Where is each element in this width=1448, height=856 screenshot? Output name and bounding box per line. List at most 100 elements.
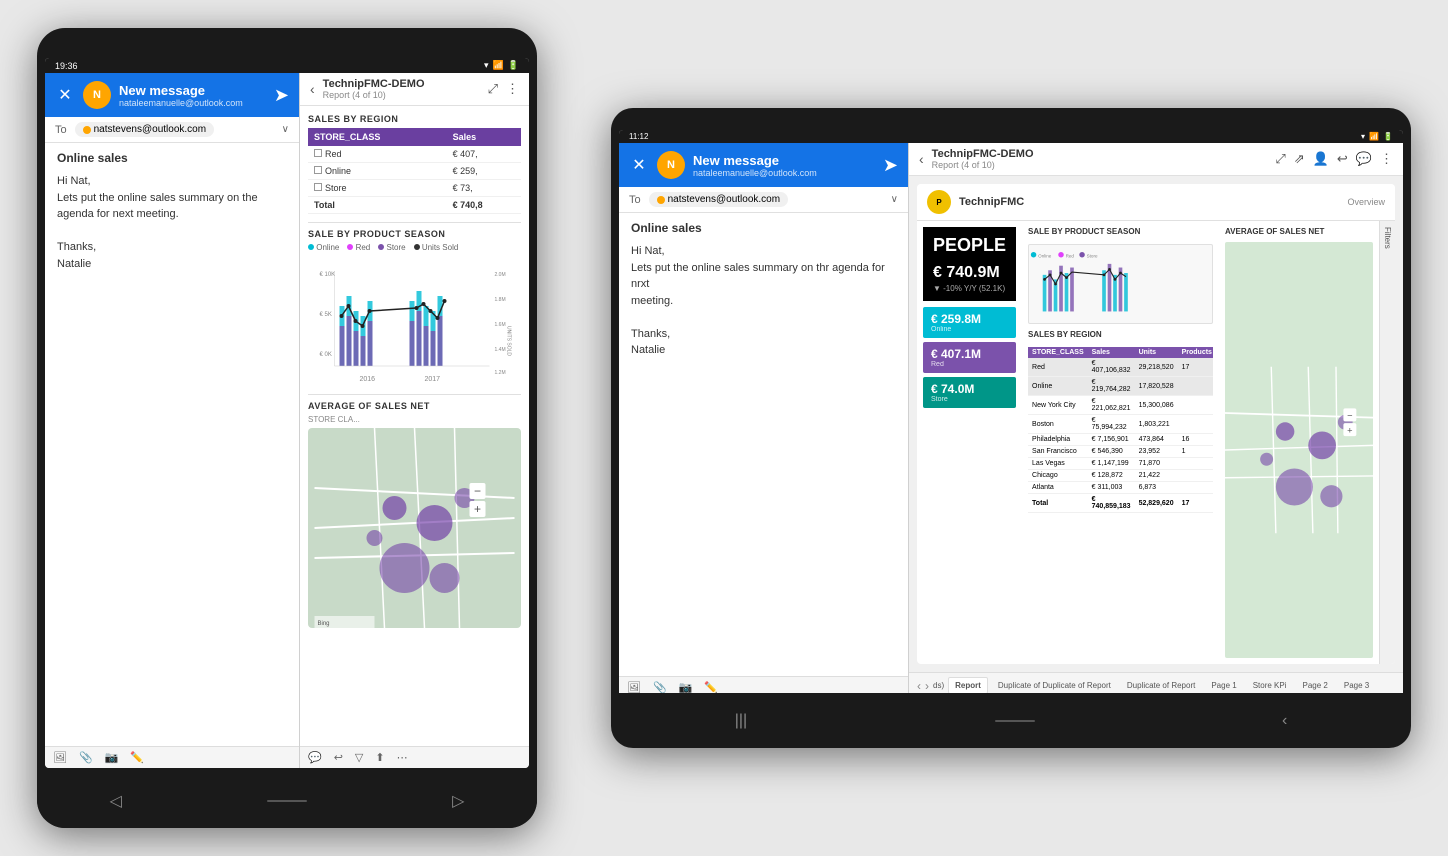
pbi-region-title: SALES BY REGION xyxy=(1028,330,1213,339)
nav-bars-icon-large[interactable]: ||| xyxy=(735,712,747,730)
send-button-large[interactable]: ➤ xyxy=(883,155,898,176)
report-pane-small: ‹ TechnipFMC-DEMO Report (4 of 10) ⤢ ⋮ S… xyxy=(300,73,529,768)
pbi-body: PEOPLE € 740.9M ▼ -10% Y/Y (52.1K) € 259… xyxy=(917,221,1395,664)
share-report-icon[interactable]: ⇗ xyxy=(1294,151,1305,167)
attach-file-icon[interactable]: 📎 xyxy=(79,751,93,764)
product-season-chart-small: SALE BY PRODUCT SEASON Online Red Store … xyxy=(308,222,521,386)
pbi-region-table-container[interactable]: STORE_CLASS Sales Units Products Price P… xyxy=(1028,347,1213,658)
home-bar-large[interactable] xyxy=(995,720,1035,722)
email-body-large[interactable]: Online sales Hi Nat, Lets put the online… xyxy=(619,213,908,676)
page-tab-store-kpi[interactable]: Store KPi xyxy=(1247,678,1293,693)
page-nav-prev[interactable]: ‹ xyxy=(917,679,921,693)
people-change: ▼ -10% Y/Y (52.1K) xyxy=(933,284,1006,293)
svg-text:Red: Red xyxy=(1066,253,1075,258)
svg-text:+: + xyxy=(1347,425,1352,435)
more-icon-small-bar[interactable]: ⋯ xyxy=(397,751,408,764)
pbi-map-svg: − + xyxy=(1225,242,1373,658)
expand-icon-small[interactable]: ⤢ xyxy=(488,81,498,97)
pbi-header: P TechnipFMC Overview xyxy=(917,184,1395,221)
wifi-icon: ▾ xyxy=(484,60,489,71)
close-button-small[interactable]: ✕ xyxy=(55,85,75,105)
avg-sales-sub-small: STORE CLA... xyxy=(308,415,521,424)
svg-text:2.0M: 2.0M xyxy=(495,272,506,278)
expand-icon-small[interactable]: ∨ xyxy=(282,124,289,135)
avg-sales-net-small: AVERAGE OF SALES NET STORE CLA... xyxy=(308,394,521,628)
report-subtitle-small: Report (4 of 10) xyxy=(323,90,425,100)
metric-online: € 259.8M Online xyxy=(923,307,1016,338)
page-tab-report[interactable]: Report xyxy=(948,677,988,694)
metric-red-label: Red xyxy=(931,361,1008,368)
status-bar-large: 11:12 ▾ 📶 🔋 xyxy=(619,130,1403,143)
back-button-large[interactable]: ‹ xyxy=(919,151,924,167)
wifi-icon-large: ▾ xyxy=(1361,132,1365,141)
split-view-small: ✕ N New message nataleemanuelle@outlook.… xyxy=(45,73,529,768)
filter-icon-small[interactable]: ▽ xyxy=(355,751,363,764)
nav-back-icon-small[interactable]: ◁ xyxy=(110,791,122,811)
more-report-icon[interactable]: ⋮ xyxy=(1380,151,1393,167)
report-actions-large: ⤢ ⇗ 👤 ↩ 💬 ⋮ xyxy=(1275,151,1393,167)
report-toolbar-small: 💬 ↩ ▽ ⬆ ⋯ xyxy=(300,746,529,768)
undo-icon-small[interactable]: ↩ xyxy=(334,751,343,764)
pbi-chart-title: SALE BY PRODUCT SEASON xyxy=(1028,227,1213,236)
expand-icon-large[interactable]: ∨ xyxy=(891,194,898,205)
svg-text:Store: Store xyxy=(1087,253,1098,258)
people-label: PEOPLE xyxy=(933,235,1006,256)
table-row: Philadelphia € 7,156,901 473,864 16 17.2… xyxy=(1028,434,1213,446)
page-tab-page1[interactable]: Page 1 xyxy=(1205,678,1242,693)
email-to-field-large[interactable]: To natstevens@outlook.com ∨ xyxy=(619,187,908,213)
table-row: Red € 407,106,832 29,218,520 17 16.99 NA xyxy=(1028,358,1213,377)
email-text-small: Hi Nat, Lets put the online sales summar… xyxy=(57,173,287,272)
undo-report-icon[interactable]: ↩ xyxy=(1337,151,1348,167)
col-h-sales: Sales xyxy=(1088,347,1135,358)
attach-image-icon[interactable]: 🖼 xyxy=(53,751,67,764)
page-tab-dup[interactable]: Duplicate of Report xyxy=(1121,678,1201,693)
status-icons-small: ▾ 📶 🔋 xyxy=(484,60,519,71)
metric-online-value: € 259.8M xyxy=(931,312,1008,326)
page-tab-prefix: ds) xyxy=(933,681,944,690)
table-row: San Francisco € 546,390 23,952 1 9.88 xyxy=(1028,446,1213,458)
user-report-icon[interactable]: 👤 xyxy=(1313,151,1329,167)
svg-text:UNITS SOLD: UNITS SOLD xyxy=(506,326,512,356)
table-row: Online € 259, xyxy=(308,163,521,180)
recipient-name-large: natstevens@outlook.com xyxy=(668,194,780,205)
recipient-chip-small: natstevens@outlook.com xyxy=(75,122,214,137)
pbi-region-table: STORE_CLASS Sales Units Products Price P… xyxy=(1028,347,1213,513)
email-header-large: ✕ N New message nataleemanuelle@outlook.… xyxy=(619,143,908,187)
close-button-large[interactable]: ✕ xyxy=(629,155,649,175)
draw-icon[interactable]: ✏️ xyxy=(130,751,144,764)
more-icon-small[interactable]: ⋮ xyxy=(506,81,519,97)
report-content-small[interactable]: SALES BY REGION STORE_CLASS Sales Red € … xyxy=(300,106,529,746)
page-tab-dup-dup[interactable]: Duplicate of Duplicate of Report xyxy=(992,678,1117,693)
page-tab-page3[interactable]: Page 3 xyxy=(1338,678,1375,693)
svg-text:€ 0K: € 0K xyxy=(320,352,332,358)
report-actions-small: ⤢ ⋮ xyxy=(488,81,519,97)
email-header-info-small: New message nataleemanuelle@outlook.com xyxy=(119,83,266,108)
report-pane-large: ‹ TechnipFMC-DEMO Report (4 of 10) ⤢ ⇗ 👤… xyxy=(909,143,1403,698)
svg-text:2017: 2017 xyxy=(425,376,441,383)
report-subtitle-large: Report (4 of 10) xyxy=(932,160,1034,170)
table-row: Las Vegas € 1,147,199 71,870 4.70 xyxy=(1028,458,1213,470)
chat-icon-small[interactable]: 💬 xyxy=(308,751,322,764)
email-toolbar-small: 🖼 📎 📷 ✏️ xyxy=(45,746,299,768)
expand-report-icon[interactable]: ⤢ xyxy=(1275,151,1285,167)
svg-text:1.4M: 1.4M xyxy=(495,347,506,353)
nav-back-icon-large[interactable]: ‹ xyxy=(1282,712,1287,730)
recipient-dot-large xyxy=(657,196,665,204)
email-to-field-small[interactable]: To natstevens@outlook.com ∨ xyxy=(45,117,299,143)
status-bar-small: 19:36 ▾ 📶 🔋 xyxy=(45,58,529,73)
page-nav-next[interactable]: › xyxy=(925,679,929,693)
comment-report-icon[interactable]: 💬 xyxy=(1356,151,1372,167)
email-text-large: Hi Nat, Lets put the online sales summar… xyxy=(631,243,896,359)
back-button-small[interactable]: ‹ xyxy=(310,81,315,97)
home-bar-small[interactable] xyxy=(267,800,307,802)
col-h-store: STORE_CLASS xyxy=(1028,347,1088,358)
share-icon-small[interactable]: ⬆ xyxy=(375,751,384,764)
page-tab-page2[interactable]: Page 2 xyxy=(1297,678,1334,693)
tablet-nav-large: ||| ‹ xyxy=(611,693,1411,748)
email-body-small[interactable]: Online sales Hi Nat, Lets put the online… xyxy=(45,143,299,746)
send-button-small[interactable]: ➤ xyxy=(274,85,289,106)
filters-sidebar[interactable]: Filters xyxy=(1379,221,1395,664)
nav-forward-icon-small[interactable]: ▷ xyxy=(452,791,464,811)
camera-icon[interactable]: 📷 xyxy=(105,751,119,764)
product-season-title-small: SALE BY PRODUCT SEASON xyxy=(308,229,521,239)
